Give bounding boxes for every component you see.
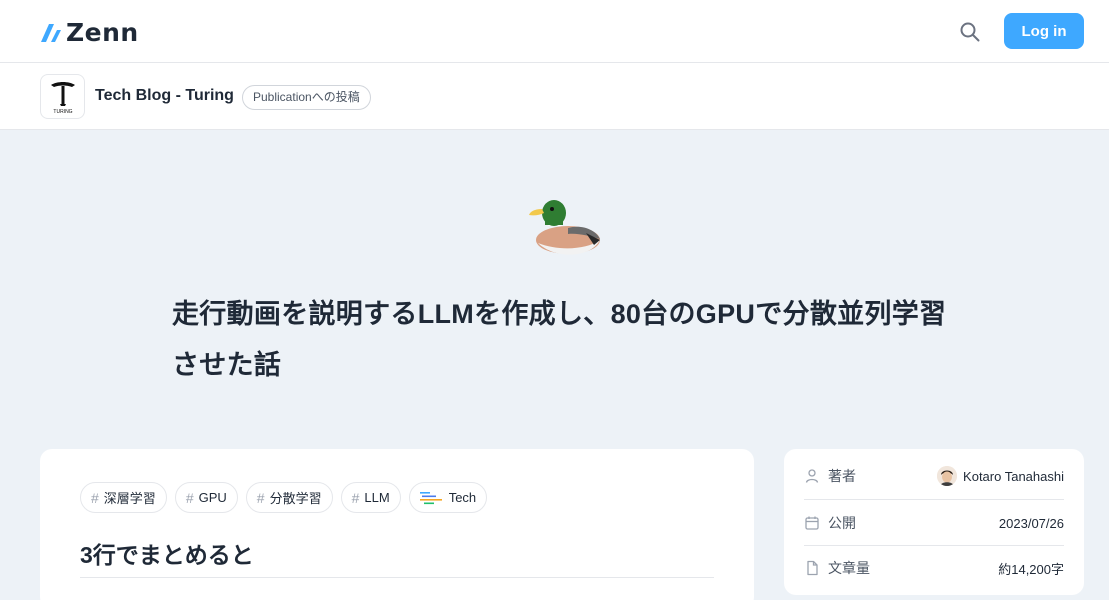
- login-button[interactable]: Log in: [1004, 13, 1084, 49]
- tag-llm[interactable]: # LLM: [340, 482, 401, 513]
- publication-logo[interactable]: TURING: [40, 74, 85, 119]
- tag-label: 深層学習: [103, 491, 156, 506]
- hash-icon: #: [256, 489, 265, 506]
- logo-text: Zenn: [66, 18, 139, 47]
- section-heading: 3行でまとめると: [80, 542, 254, 568]
- zenn-logo-icon: [41, 23, 61, 42]
- tag-distributed-learning[interactable]: # 分散学習: [245, 482, 333, 513]
- tag-label: LLM: [364, 490, 390, 505]
- published-date: 2023/07/26: [998, 515, 1064, 531]
- tag-gpu[interactable]: # GPU: [174, 482, 238, 513]
- publication-name[interactable]: Tech Blog - Turing: [95, 87, 234, 105]
- article-card: # 深層学習 # GPU # 分散学習 # LLM Tech 3行でまとめると: [40, 449, 754, 600]
- article-info-card: 著者 Kotaro Tanahashi 公開 2023/07/26 文章量 約1…: [784, 449, 1084, 595]
- published-label: 公開: [828, 515, 856, 531]
- publication-bar: TURING Tech Blog - Turing Publicationへの投…: [0, 63, 1109, 130]
- site-header: Zenn Log in: [0, 0, 1109, 63]
- hash-icon: #: [185, 489, 194, 506]
- tag-tech[interactable]: Tech: [408, 482, 488, 513]
- tag-list: # 深層学習 # GPU # 分散学習 # LLM Tech: [80, 482, 488, 513]
- length-row: 文章量 約14,200字: [804, 545, 1064, 591]
- tech-topic-icon: [419, 491, 442, 504]
- author-link[interactable]: Kotaro Tanahashi: [937, 466, 1064, 486]
- author-label: 著者: [828, 468, 856, 484]
- tag-label: Tech: [448, 490, 477, 505]
- hash-icon: #: [351, 489, 360, 506]
- duck-emoji-icon: [529, 200, 600, 255]
- article-title: 走行動画を説明するLLMを作成し、80台のGPUで分散並列学習させた話: [172, 299, 947, 380]
- length-label: 文章量: [828, 560, 870, 576]
- svg-text:TURING: TURING: [53, 109, 72, 115]
- document-icon: [807, 560, 818, 576]
- tag-deep-learning[interactable]: # 深層学習: [80, 482, 167, 513]
- author-row: 著者 Kotaro Tanahashi: [804, 453, 1064, 499]
- tag-label: GPU: [198, 490, 227, 505]
- publication-badge: Publicationへの投稿: [242, 85, 371, 110]
- zenn-logo[interactable]: Zenn: [40, 18, 139, 47]
- published-row: 公開 2023/07/26: [804, 500, 1064, 546]
- turing-logo-icon: TURING: [50, 81, 75, 115]
- search-icon[interactable]: [958, 20, 982, 44]
- calendar-icon: [805, 516, 819, 530]
- avatar: [937, 466, 958, 486]
- author-name: Kotaro Tanahashi: [963, 468, 1064, 484]
- length-value: 約14,200字: [998, 561, 1064, 577]
- user-icon: [805, 469, 819, 483]
- hash-icon: #: [91, 489, 99, 506]
- tag-label: 分散学習: [269, 491, 322, 506]
- heading-divider: [80, 577, 714, 578]
